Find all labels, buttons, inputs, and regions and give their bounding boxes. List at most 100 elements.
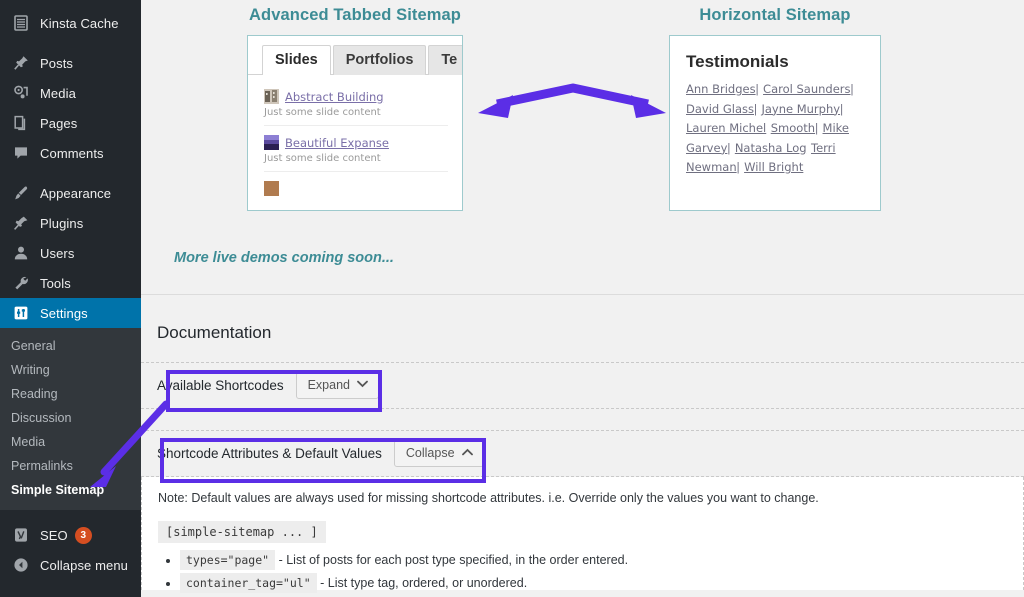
tab-portfolios[interactable]: Portfolios xyxy=(333,45,427,75)
testimonial-links-list: Ann Bridges| Carol Saunders| David Glass… xyxy=(686,80,866,178)
sidebar-item-plugins[interactable]: Plugins xyxy=(0,208,141,238)
shortcode-attributes-row[interactable]: Shortcode Attributes & Default Values Co… xyxy=(141,430,1024,477)
documentation-section: Documentation Available Shortcodes Expan… xyxy=(141,295,1024,597)
sidebar-item-posts[interactable]: Posts xyxy=(0,48,141,78)
testimonial-link[interactable]: Carol Saunders xyxy=(763,82,850,96)
testimonial-link[interactable]: Smooth xyxy=(771,121,815,135)
media-icon xyxy=(11,83,31,103)
sidebar-item-label: Pages xyxy=(40,116,77,131)
sidebar-item-label: SEO xyxy=(40,528,68,543)
collapse-button-label: Collapse xyxy=(406,446,455,460)
sitemap-entry-link[interactable]: Abstract Building xyxy=(285,90,384,104)
sidebar-separator xyxy=(0,38,141,48)
user-icon xyxy=(11,243,31,263)
collapse-button[interactable]: Collapse xyxy=(394,440,484,467)
tab-testimonials[interactable]: Te xyxy=(428,45,463,75)
sidebar-separator xyxy=(0,510,141,520)
server-icon xyxy=(11,13,31,33)
comment-icon xyxy=(11,143,31,163)
submenu-item-general[interactable]: General xyxy=(0,334,141,358)
pin-icon xyxy=(11,53,31,73)
yoast-icon xyxy=(11,525,31,545)
horizontal-demo-title: Horizontal Sitemap xyxy=(669,6,881,25)
tabbed-demo-title: Advanced Tabbed Sitemap xyxy=(247,6,463,25)
link-separator: | xyxy=(727,143,730,155)
attribute-list: types="page" - List of posts for each po… xyxy=(158,553,1007,590)
sidebar-item-label: Users xyxy=(40,246,74,261)
submenu-item-media[interactable]: Media xyxy=(0,430,141,454)
attribute-code: container_tag="ul" xyxy=(180,573,317,593)
settings-submenu: General Writing Reading Discussion Media… xyxy=(0,328,141,510)
shortcode-attributes-content: Note: Default values are always used for… xyxy=(141,477,1024,590)
wrench-icon xyxy=(11,273,31,293)
collapse-icon xyxy=(11,555,31,575)
sidebar-item-label: Plugins xyxy=(40,216,83,231)
sidebar-item-label: Media xyxy=(40,86,76,101)
attribute-desc: - List of posts for each post type speci… xyxy=(279,553,629,567)
submenu-item-reading[interactable]: Reading xyxy=(0,382,141,406)
defaults-note: Note: Default values are always used for… xyxy=(158,491,1007,505)
submenu-item-writing[interactable]: Writing xyxy=(0,358,141,382)
collapse-menu-button[interactable]: Collapse menu xyxy=(0,550,141,580)
live-demos-section: Advanced Tabbed Sitemap Slides Portfolio… xyxy=(141,0,1024,294)
sidebar-item-label: Settings xyxy=(40,306,88,321)
partial-thumb-icon xyxy=(264,181,279,196)
horizontal-demo-box: Testimonials Ann Bridges| Carol Saunders… xyxy=(669,35,881,211)
sitemap-entry-partial xyxy=(264,181,448,203)
sidebar-item-media[interactable]: Media xyxy=(0,78,141,108)
plug-icon xyxy=(11,213,31,233)
link-separator: | xyxy=(754,104,757,116)
testimonials-heading: Testimonials xyxy=(686,52,880,72)
link-separator: | xyxy=(756,84,759,96)
sidebar-item-kinsta-cache[interactable]: Kinsta Cache xyxy=(0,8,141,38)
more-demos-note: More live demos coming soon... xyxy=(174,250,394,266)
chevron-down-icon xyxy=(357,380,368,391)
sidebar-item-pages[interactable]: Pages xyxy=(0,108,141,138)
expand-button[interactable]: Expand xyxy=(296,372,379,399)
sidebar-item-label: Kinsta Cache xyxy=(40,16,119,31)
sidebar-separator xyxy=(0,168,141,178)
shortcode-sample: [simple-sitemap ... ] xyxy=(158,521,326,543)
brush-icon xyxy=(11,183,31,203)
expanse-thumb-icon xyxy=(264,135,279,150)
expand-button-label: Expand xyxy=(308,378,350,392)
sitemap-entry-desc: Just some slide content xyxy=(264,107,448,118)
sitemap-entry-link[interactable]: Beautiful Expanse xyxy=(285,136,389,150)
testimonial-link[interactable]: Lauren Michel xyxy=(686,121,766,135)
attribute-item: container_tag="ul" - List type tag, orde… xyxy=(180,576,1007,590)
testimonial-link[interactable]: Will Bright xyxy=(744,160,803,174)
settings-icon xyxy=(11,303,31,323)
tabbed-demo-box: Slides Portfolios Te Abstract Building xyxy=(247,35,463,211)
attribute-desc: - List type tag, ordered, or unordered. xyxy=(320,576,527,590)
testimonial-link[interactable]: Jayne Murphy xyxy=(761,102,840,116)
sidebar-item-comments[interactable]: Comments xyxy=(0,138,141,168)
admin-sidebar: Kinsta Cache Posts Media Pages Com xyxy=(0,0,141,597)
sidebar-item-label: Posts xyxy=(40,56,73,71)
sidebar-item-seo[interactable]: SEO 3 xyxy=(0,520,141,550)
submenu-item-permalinks[interactable]: Permalinks xyxy=(0,454,141,478)
link-separator: | xyxy=(737,162,740,174)
pages-icon xyxy=(11,113,31,133)
sidebar-item-users[interactable]: Users xyxy=(0,238,141,268)
shortcode-attributes-label: Shortcode Attributes & Default Values xyxy=(157,446,382,461)
testimonial-link[interactable]: David Glass xyxy=(686,102,754,116)
documentation-heading: Documentation xyxy=(157,323,1024,343)
chevron-up-icon xyxy=(462,448,473,459)
submenu-item-simple-sitemap[interactable]: Simple Sitemap xyxy=(0,478,141,502)
demo-tabs: Slides Portfolios Te xyxy=(248,36,462,75)
testimonial-link[interactable]: Natasha Log xyxy=(735,141,807,155)
sidebar-item-settings[interactable]: Settings xyxy=(0,298,141,328)
main-content: Advanced Tabbed Sitemap Slides Portfolio… xyxy=(141,0,1024,597)
available-shortcodes-row[interactable]: Available Shortcodes Expand xyxy=(141,362,1024,409)
sidebar-item-appearance[interactable]: Appearance xyxy=(0,178,141,208)
sidebar-item-tools[interactable]: Tools xyxy=(0,268,141,298)
sitemap-entry: Abstract Building Just some slide conten… xyxy=(264,89,448,126)
building-thumb-icon xyxy=(264,89,279,104)
testimonial-link[interactable]: Ann Bridges xyxy=(686,82,756,96)
attribute-item: types="page" - List of posts for each po… xyxy=(180,553,1007,567)
submenu-item-discussion[interactable]: Discussion xyxy=(0,406,141,430)
tab-slides[interactable]: Slides xyxy=(262,45,331,75)
collapse-menu-label: Collapse menu xyxy=(40,558,128,573)
tab-panel-slides: Abstract Building Just some slide conten… xyxy=(248,74,462,203)
sitemap-entry: Beautiful Expanse Just some slide conten… xyxy=(264,135,448,172)
